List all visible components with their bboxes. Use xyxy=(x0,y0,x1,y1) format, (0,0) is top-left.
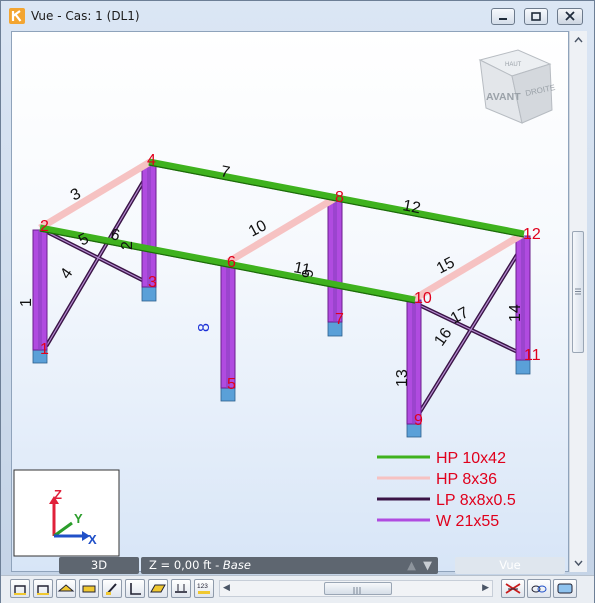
frame-icon xyxy=(14,585,26,595)
hide-icon xyxy=(505,583,521,594)
view-cube-front-label: AVANT xyxy=(486,91,521,103)
view-cube[interactable]: AVANT DROITE HAUT xyxy=(478,49,556,124)
member-label: 16 xyxy=(431,325,455,349)
node-label: 5 xyxy=(227,376,236,393)
link-icon xyxy=(531,585,547,593)
member-label: 2 xyxy=(119,241,136,250)
node-label: 8 xyxy=(335,189,344,206)
app-logo-icon xyxy=(9,8,25,24)
z-axis-label: Z xyxy=(54,487,62,502)
legend-item: HP 8x36 xyxy=(377,471,497,488)
horizontal-scroll-thumb[interactable] xyxy=(324,582,392,595)
member-label: 4 xyxy=(57,265,76,282)
restore-button[interactable] xyxy=(524,8,548,25)
svg-text:123: 123 xyxy=(197,583,208,590)
minimize-button[interactable] xyxy=(491,8,515,25)
tool-button-view-4[interactable] xyxy=(79,579,99,598)
member-label: 14 xyxy=(507,304,524,322)
tool-button-hide[interactable] xyxy=(501,579,525,598)
member-label: 12 xyxy=(401,197,422,217)
node-label: 6 xyxy=(227,254,236,271)
member-icon xyxy=(106,583,117,595)
legend-label: W 21x55 xyxy=(436,513,499,530)
plane-icon xyxy=(150,584,166,593)
scroll-down-icon[interactable] xyxy=(570,556,587,570)
level-selector[interactable]: Z = 0,00 ft - Base ▲ ▼ xyxy=(141,557,438,574)
scroll-left-icon[interactable]: ◀ xyxy=(223,582,230,593)
member-label-highlighted: 8 xyxy=(196,323,213,332)
section-legend: HP 10x42 HP 8x36 LP 8x8x0.5 W 21x55 xyxy=(377,450,516,530)
level-value: Z = 0,00 ft xyxy=(149,558,212,572)
tool-button-view-7[interactable] xyxy=(148,579,168,598)
node-label: 11 xyxy=(524,347,541,364)
level-up-icon[interactable]: ▲ xyxy=(407,557,416,574)
view-cube-top-label: HAUT xyxy=(505,62,522,68)
slab-icon xyxy=(82,585,96,593)
member-label: 1 xyxy=(18,298,35,307)
node-label: 2 xyxy=(40,218,49,235)
minimize-icon xyxy=(499,18,507,20)
beam-member-12 xyxy=(336,194,525,238)
view-status-bar: 3D Z = 0,00 ft - Base ▲ ▼ Vue xyxy=(11,557,569,574)
level-down-icon[interactable]: ▼ xyxy=(423,557,432,574)
view-mode-label: 3D xyxy=(90,558,108,572)
scroll-right-icon[interactable]: ▶ xyxy=(482,582,489,593)
horizontal-scrollbar[interactable]: ◀ ▶ xyxy=(219,580,493,597)
node-label: 1 xyxy=(40,341,49,358)
node-label: 7 xyxy=(335,311,344,328)
title-bar[interactable]: Vue - Cas: 1 (DL1) xyxy=(1,1,594,31)
view-window: Vue - Cas: 1 (DL1) AVANT DROITE HAUT 1 2… xyxy=(0,0,595,603)
member-label: 13 xyxy=(394,369,411,387)
axis-triad: Z Y X xyxy=(13,469,120,557)
tool-button-display[interactable] xyxy=(553,579,577,598)
scroll-up-icon[interactable] xyxy=(570,33,587,47)
x-axis-label: X xyxy=(88,532,97,547)
restore-icon xyxy=(531,12,541,21)
legend-item: W 21x55 xyxy=(377,513,499,530)
tool-button-view-6[interactable] xyxy=(125,579,145,598)
frame-icon xyxy=(37,585,49,595)
floor-icon xyxy=(57,584,75,592)
tool-button-view-5[interactable] xyxy=(102,579,122,598)
window-title: Vue - Cas: 1 (DL1) xyxy=(31,9,140,23)
close-button[interactable] xyxy=(557,8,583,25)
node-label: 4 xyxy=(147,152,156,169)
member-label: 11 xyxy=(292,259,312,279)
bottom-toolbar: 123 ◀ ▶ xyxy=(1,575,594,603)
tool-button-view-1[interactable] xyxy=(10,579,30,598)
beam-member-7 xyxy=(148,158,338,202)
y-axis-label: Y xyxy=(74,511,83,526)
beam-member-11 xyxy=(227,260,416,304)
member-label: 17 xyxy=(448,304,472,327)
node-label: 12 xyxy=(523,226,541,243)
tool-button-numbering[interactable]: 123 xyxy=(194,579,214,598)
level-name: Base xyxy=(222,558,251,572)
node-label: 10 xyxy=(414,290,432,307)
legend-item: LP 8x8x0.5 xyxy=(377,492,516,509)
view-mode-button[interactable]: 3D xyxy=(59,557,139,574)
numbering-icon: 123 xyxy=(197,583,210,594)
legend-item: HP 10x42 xyxy=(377,450,506,467)
legend-label: HP 10x42 xyxy=(436,450,506,467)
axes-icon xyxy=(130,583,141,595)
tool-button-view-8[interactable] xyxy=(171,579,191,598)
vertical-scroll-thumb[interactable] xyxy=(572,231,584,353)
load-icon xyxy=(175,584,187,593)
3d-viewport[interactable]: AVANT DROITE HAUT 1 2 3 4 5 6 7 8 9 10 1… xyxy=(11,31,569,572)
display-icon xyxy=(557,583,573,594)
tool-button-view-3[interactable] xyxy=(56,579,76,598)
tool-button-link[interactable] xyxy=(527,579,551,598)
close-icon xyxy=(565,11,575,21)
tool-button-view-2[interactable] xyxy=(33,579,53,598)
structure-model[interactable]: AVANT DROITE HAUT 1 2 3 4 5 6 7 8 9 10 1… xyxy=(12,32,569,572)
beam-member-10 xyxy=(226,193,339,266)
legend-label: LP 8x8x0.5 xyxy=(436,492,516,509)
view-button[interactable]: Vue xyxy=(455,557,565,574)
node-label: 9 xyxy=(414,412,423,429)
legend-label: HP 8x36 xyxy=(436,471,497,488)
node-label: 3 xyxy=(148,274,157,291)
vertical-scrollbar[interactable] xyxy=(569,31,587,572)
